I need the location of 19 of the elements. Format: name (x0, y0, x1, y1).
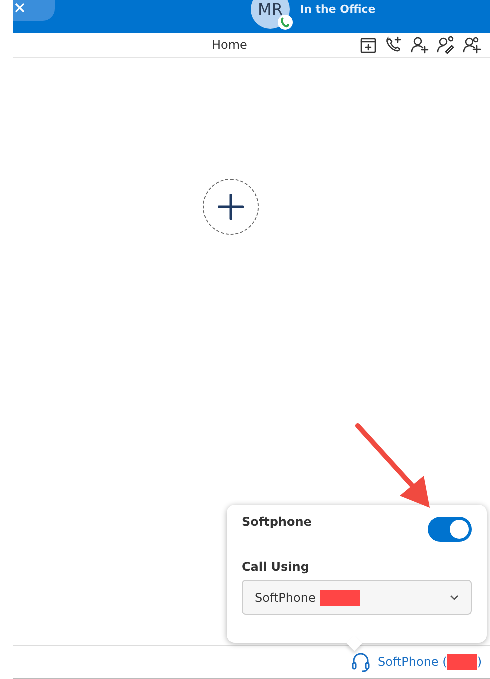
headset-icon (352, 652, 370, 672)
softphone-toggle[interactable] (428, 517, 472, 542)
avatar-initials: MR (258, 0, 283, 19)
redaction-mark (320, 590, 360, 606)
add-person-icon[interactable] (410, 35, 430, 55)
call-using-label: Call Using (242, 560, 310, 574)
add-contacts-icon[interactable] (462, 35, 482, 55)
close-icon (15, 2, 25, 12)
device-name-prefix: SoftPhone ( (378, 655, 448, 669)
page-title: Home (212, 38, 248, 52)
plus-icon (218, 194, 244, 220)
redaction-mark (447, 654, 478, 670)
presence-status: In the Office (300, 3, 376, 16)
device-name-suffix: ) (477, 655, 482, 669)
edit-contacts-icon[interactable] (436, 35, 456, 55)
softphone-label: Softphone (242, 515, 312, 529)
call-using-select[interactable]: SoftPhone (242, 580, 472, 615)
chevron-down-icon (450, 594, 459, 600)
softphone-status-link[interactable]: SoftPhone ( ) (352, 652, 482, 672)
